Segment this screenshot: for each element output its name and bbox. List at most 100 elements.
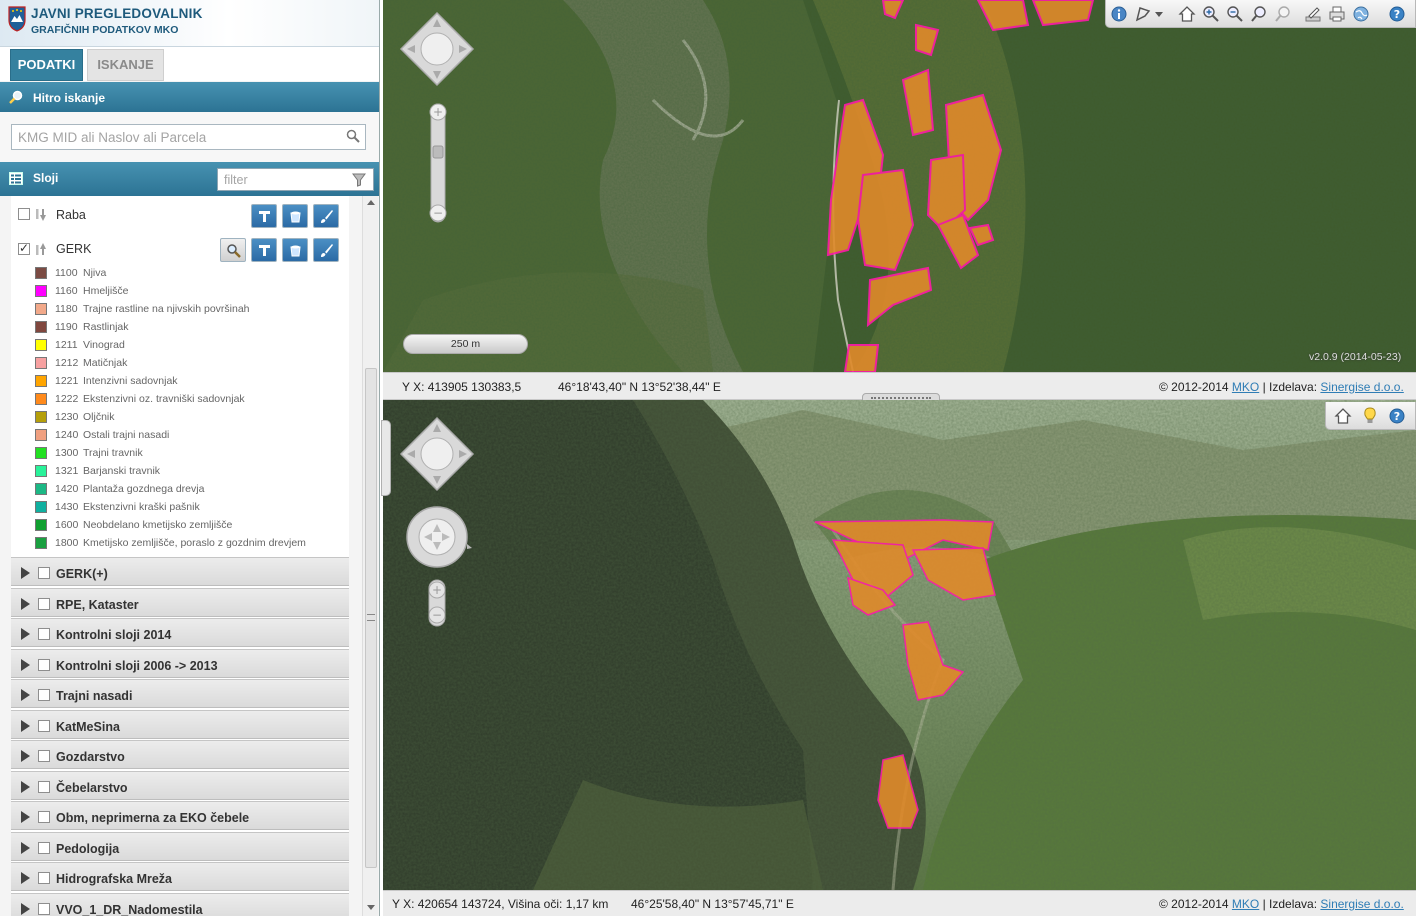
- help-icon[interactable]: ?: [1388, 407, 1406, 425]
- layer-group[interactable]: KatMeSina: [11, 709, 349, 739]
- expand-triangle-icon[interactable]: [21, 689, 30, 701]
- expand-triangle-icon[interactable]: [21, 719, 30, 732]
- layer-checkbox-raba[interactable]: [18, 208, 30, 220]
- app-subtitle: GRAFIČNIH PODATKOV MKO: [31, 24, 179, 36]
- draw-tool-icon[interactable]: [1304, 5, 1322, 23]
- legend-swatch: [35, 483, 47, 495]
- group-checkbox[interactable]: [38, 841, 50, 854]
- map-2d[interactable]: + − ? 250 m v2.0.9 (2014-05-23): [383, 0, 1416, 372]
- group-checkbox[interactable]: [38, 780, 50, 793]
- group-checkbox[interactable]: [38, 597, 50, 610]
- zoom-slider[interactable]: + −: [426, 102, 450, 224]
- legend-swatch: [35, 519, 47, 531]
- expand-triangle-icon[interactable]: [21, 658, 30, 671]
- expand-triangle-icon[interactable]: [21, 597, 30, 610]
- label-tool-button[interactable]: [251, 204, 277, 228]
- scroll-down-arrow-icon[interactable]: [367, 905, 375, 910]
- group-checkbox[interactable]: [38, 658, 50, 671]
- home-icon[interactable]: [1334, 407, 1352, 425]
- sinergise-link[interactable]: Sinergise d.o.o.: [1320, 897, 1403, 911]
- zoom-in-icon[interactable]: [1202, 5, 1220, 23]
- group-checkbox[interactable]: [38, 872, 50, 884]
- legend-label: Ekstenzivni kraški pašnik: [83, 501, 200, 513]
- app-title: JAVNI PREGLEDOVALNIK: [31, 6, 203, 21]
- legend-label: Ekstenzivni oz. travniški sadovnjak: [83, 393, 245, 405]
- layers-filter-input[interactable]: [217, 168, 374, 191]
- lightbulb-icon[interactable]: [1361, 407, 1379, 425]
- legend-code: 1240: [55, 429, 79, 441]
- style-tool-button[interactable]: [313, 204, 339, 228]
- tab-iskanje[interactable]: ISKANJE: [87, 49, 164, 81]
- tab-podatki[interactable]: PODATKI: [10, 49, 83, 81]
- info-icon[interactable]: [1110, 5, 1128, 23]
- layer-group[interactable]: Obm, neprimerna za EKO čebele: [11, 801, 349, 830]
- layer-group[interactable]: Pedologija: [11, 831, 349, 861]
- print-icon[interactable]: [1328, 5, 1346, 23]
- label-tool-button[interactable]: [251, 238, 277, 262]
- brush-icon: [321, 244, 333, 257]
- home-icon[interactable]: [1178, 5, 1196, 23]
- legend-label: Ostali trajni nasadi: [83, 429, 170, 441]
- group-checkbox[interactable]: [38, 719, 50, 732]
- transparency-tool-button[interactable]: [282, 238, 308, 262]
- layer-group[interactable]: GERK(+): [11, 557, 349, 586]
- legend-code: 1190: [55, 321, 78, 333]
- zoom-control-3d[interactable]: + −: [425, 578, 449, 628]
- layer-name: GERK: [56, 242, 92, 256]
- mko-link[interactable]: MKO: [1232, 897, 1259, 911]
- zoom-to-layer-button[interactable]: [220, 238, 246, 262]
- credits-separator: | Izdelava:: [1259, 897, 1321, 911]
- map-3d[interactable]: + −: [383, 400, 1416, 890]
- expand-triangle-icon[interactable]: [21, 567, 30, 579]
- group-checkbox[interactable]: [38, 750, 50, 762]
- mko-link[interactable]: MKO: [1232, 380, 1259, 394]
- move-up-icon[interactable]: [35, 241, 47, 257]
- chevron-down-icon[interactable]: [1154, 5, 1164, 23]
- layer-group[interactable]: Kontrolni sloji 2006 -> 2013: [11, 648, 349, 678]
- layer-group[interactable]: VVO_1_DR_Nadomestila: [11, 892, 349, 916]
- style-tool-button[interactable]: [313, 238, 339, 262]
- expand-triangle-icon[interactable]: [21, 811, 30, 823]
- help-icon[interactable]: ?: [1388, 5, 1406, 23]
- sinergise-link[interactable]: Sinergise d.o.o.: [1320, 380, 1403, 394]
- quick-search-header[interactable]: Hitro iskanje: [0, 82, 379, 112]
- scroll-up-arrow-icon[interactable]: [367, 200, 375, 205]
- layer-group[interactable]: Hidrografska Mreža: [11, 862, 349, 891]
- filter-icon[interactable]: [352, 173, 366, 187]
- group-checkbox[interactable]: [38, 628, 50, 640]
- group-checkbox[interactable]: [38, 567, 50, 579]
- layer-group[interactable]: Kontrolni sloji 2014: [11, 618, 349, 647]
- layer-group[interactable]: Gozdarstvo: [11, 740, 349, 769]
- expand-triangle-icon[interactable]: [21, 750, 30, 762]
- globe-icon[interactable]: [1352, 5, 1370, 23]
- measure-icon[interactable]: [1134, 5, 1152, 23]
- quick-search-input[interactable]: [11, 124, 366, 150]
- group-checkbox[interactable]: [38, 811, 50, 823]
- expand-triangle-icon[interactable]: [21, 780, 30, 793]
- legend-code: 1212: [55, 357, 79, 369]
- zoom-extent-icon[interactable]: [1250, 5, 1268, 23]
- transparency-tool-button[interactable]: [282, 204, 308, 228]
- expand-triangle-icon[interactable]: [21, 628, 30, 640]
- layers-scrollbar[interactable]: [362, 196, 378, 916]
- pan-control-3d-icon[interactable]: [399, 416, 475, 492]
- expand-triangle-icon[interactable]: [21, 872, 30, 884]
- text-label-icon: [259, 211, 270, 222]
- layer-group[interactable]: RPE, Kataster: [11, 587, 349, 617]
- search-icon[interactable]: [346, 129, 360, 143]
- layer-group[interactable]: Čebelarstvo: [11, 770, 349, 800]
- legend-code: 1420: [55, 483, 79, 495]
- pan-control-icon[interactable]: [399, 11, 475, 87]
- layer-checkbox-gerk[interactable]: [18, 241, 30, 255]
- legend-label: Plantaža gozdnega drevja: [83, 483, 205, 495]
- zoom-out-icon[interactable]: [1226, 5, 1244, 23]
- move-down-icon[interactable]: [35, 207, 47, 223]
- expand-triangle-icon[interactable]: [21, 841, 30, 854]
- layer-group[interactable]: Trajni nasadi: [11, 679, 349, 708]
- compass-tilt-icon[interactable]: [405, 504, 473, 570]
- panel-collapse-handle[interactable]: [381, 420, 391, 496]
- group-checkbox[interactable]: [38, 902, 50, 915]
- group-checkbox[interactable]: [38, 689, 50, 701]
- expand-triangle-icon[interactable]: [21, 902, 30, 915]
- zoom-previous-icon[interactable]: [1274, 5, 1292, 23]
